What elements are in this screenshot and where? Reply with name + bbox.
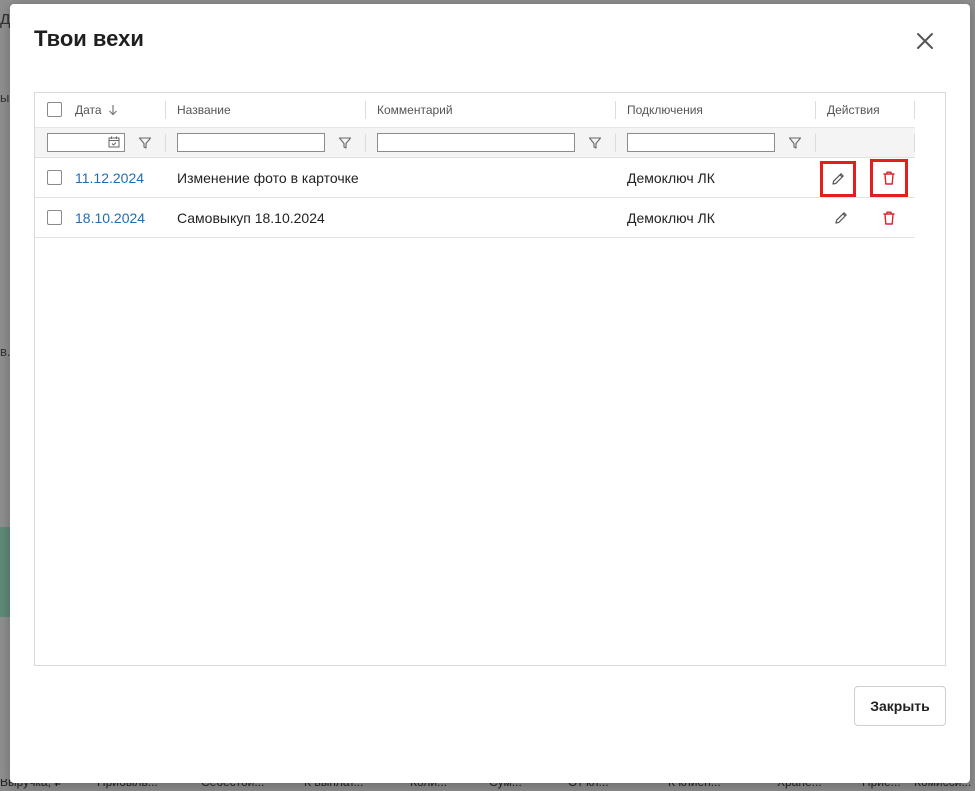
column-header-label: Подключения	[627, 103, 703, 117]
background-fragment: д	[0, 8, 11, 28]
filter-icon[interactable]	[138, 136, 152, 150]
select-all-checkbox[interactable]	[47, 102, 62, 117]
connection-filter-input[interactable]	[627, 133, 775, 152]
filter-separator	[815, 134, 816, 152]
edit-button[interactable]	[823, 200, 859, 236]
table-row: 11.12.2024 Изменение фото в карточке Дем…	[35, 158, 915, 198]
arrow-down-icon	[108, 105, 117, 116]
column-header-name[interactable]: Название	[165, 93, 365, 127]
table-header: Дата Название Комментарий Подключения Де…	[35, 93, 915, 127]
filter-separator	[365, 134, 366, 152]
row-checkbox[interactable]	[47, 170, 62, 185]
column-header-date[interactable]: Дата	[63, 93, 165, 127]
row-connection: Демоключ ЛК	[627, 170, 715, 186]
trash-icon	[883, 171, 895, 185]
column-header-label: Действия	[827, 103, 880, 117]
close-icon	[917, 33, 933, 49]
close-button[interactable]: Закрыть	[854, 686, 946, 726]
column-header-label: Комментарий	[377, 103, 453, 117]
filter-icon[interactable]	[338, 136, 352, 150]
milestones-dialog: Твои вехи Дата Название Комментарий Подк…	[10, 4, 970, 783]
row-name: Самовыкуп 18.10.2024	[177, 210, 325, 226]
trash-icon	[883, 211, 895, 225]
row-name: Изменение фото в карточке	[177, 170, 359, 186]
pencil-icon	[832, 173, 844, 185]
delete-button[interactable]	[870, 159, 908, 197]
column-header-label: Название	[177, 103, 231, 117]
filter-separator	[165, 134, 166, 152]
calendar-icon[interactable]	[107, 135, 121, 149]
column-header-comment[interactable]: Комментарий	[365, 93, 615, 127]
background-chart-area	[0, 527, 10, 617]
milestones-table: Дата Название Комментарий Подключения Де…	[34, 92, 946, 666]
column-header-label: Дата	[75, 103, 102, 117]
column-separator	[914, 101, 915, 119]
row-checkbox[interactable]	[47, 210, 62, 225]
comment-filter-input[interactable]	[377, 133, 575, 152]
background-fragment: в.	[0, 344, 11, 359]
filter-icon[interactable]	[588, 136, 602, 150]
dialog-title: Твои вехи	[34, 26, 144, 51]
filter-separator	[914, 134, 915, 152]
row-connection: Демоключ ЛК	[627, 210, 715, 226]
table-row: 18.10.2024 Самовыкуп 18.10.2024 Демоключ…	[35, 198, 915, 238]
name-filter-input[interactable]	[177, 133, 325, 152]
row-date-link[interactable]: 11.12.2024	[75, 158, 144, 198]
column-header-connections[interactable]: Подключения	[615, 93, 815, 127]
pencil-icon	[835, 212, 847, 224]
filter-separator	[615, 134, 616, 152]
filter-row	[35, 127, 915, 158]
background-fragment: ы	[0, 90, 10, 105]
delete-button[interactable]	[871, 200, 907, 236]
edit-button[interactable]	[820, 161, 856, 197]
row-date-link[interactable]: 18.10.2024	[75, 198, 145, 238]
column-header-actions: Действия	[815, 93, 915, 127]
close-dialog-button[interactable]	[910, 26, 940, 56]
filter-icon[interactable]	[788, 136, 802, 150]
